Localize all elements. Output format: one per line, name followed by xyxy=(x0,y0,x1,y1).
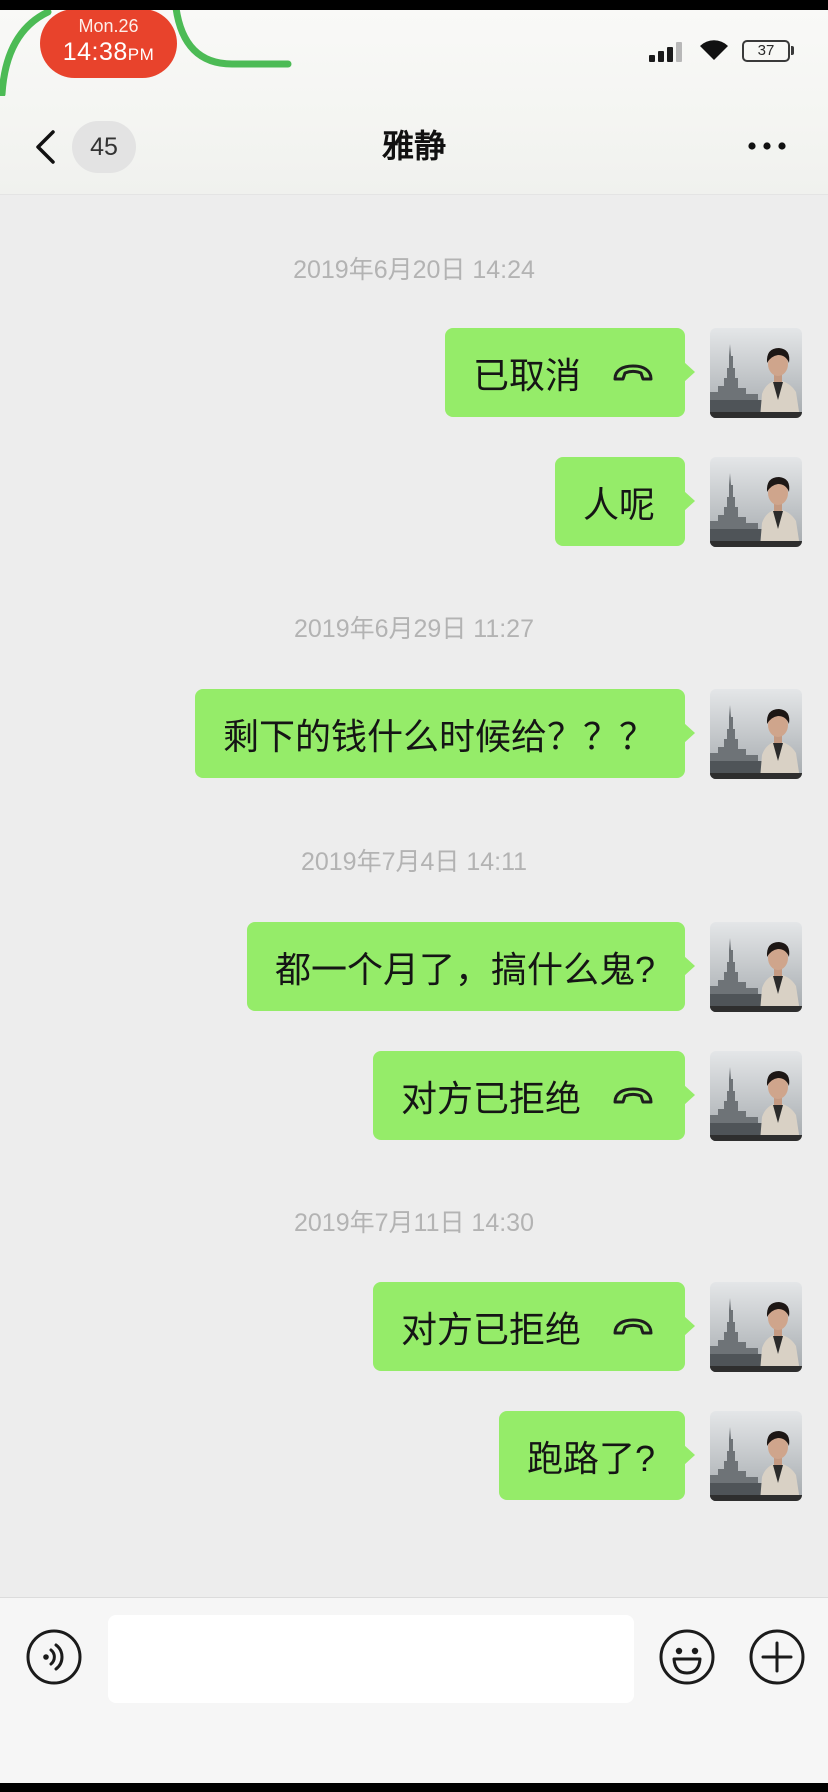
my-avatar[interactable] xyxy=(710,1411,802,1501)
bubble-tail xyxy=(684,1085,695,1105)
status-clock: 14:38 xyxy=(62,38,128,66)
message-bubble[interactable]: 剩下的钱什么时候给？？？ xyxy=(194,689,695,778)
message-bubble[interactable]: 跑路了? xyxy=(498,1411,695,1500)
message-text: 跑路了? xyxy=(526,1437,655,1479)
bubble-tail xyxy=(684,362,695,382)
message-row: 对方已拒绝 xyxy=(372,1282,802,1372)
bubble-tail xyxy=(684,723,695,743)
emoji-icon[interactable] xyxy=(658,1628,716,1686)
message-bubble[interactable]: 对方已拒绝 xyxy=(372,1051,695,1140)
phone-hangup-icon xyxy=(611,1316,655,1338)
unread-count-badge[interactable]: 45 xyxy=(72,121,136,173)
battery-nub xyxy=(791,46,794,55)
voice-input-icon[interactable] xyxy=(25,1628,83,1686)
bubble-tail xyxy=(684,491,695,511)
my-avatar[interactable] xyxy=(710,457,802,547)
message-bubble[interactable]: 都一个月了，搞什么鬼? xyxy=(246,922,695,1011)
more-dots-icon[interactable] xyxy=(746,140,788,152)
timestamp: 2019年6月20日 14:24 xyxy=(293,256,535,284)
top-screen-edge xyxy=(0,0,828,10)
message-row: 跑路了? xyxy=(498,1411,802,1501)
message-text: 对方已拒绝 xyxy=(400,1308,581,1350)
my-avatar[interactable] xyxy=(710,328,802,418)
message-row: 已取消 xyxy=(444,328,802,418)
status-date: Mon.26 xyxy=(78,16,139,36)
message-row: 人呢 xyxy=(554,457,802,547)
message-text: 已取消 xyxy=(472,354,581,396)
status-time-pill: Mon.26 14:38PM xyxy=(40,9,177,78)
bubble-tail xyxy=(684,1445,695,1465)
phone-hangup-icon xyxy=(611,1085,655,1107)
message-input[interactable] xyxy=(108,1615,634,1703)
status-time: 14:38PM xyxy=(40,37,177,70)
timestamp: 2019年7月4日 14:11 xyxy=(300,848,528,876)
my-avatar[interactable] xyxy=(710,922,802,1012)
message-text: 对方已拒绝 xyxy=(400,1077,581,1119)
message-row: 都一个月了，搞什么鬼? xyxy=(246,922,802,1012)
cellular-signal-icon xyxy=(649,40,685,62)
my-avatar[interactable] xyxy=(710,1051,802,1141)
bubble-tail xyxy=(684,1316,695,1336)
timestamp: 2019年6月29日 11:27 xyxy=(294,615,534,643)
message-row: 剩下的钱什么时候给？？？ xyxy=(194,689,802,779)
message-bubble[interactable]: 已取消 xyxy=(444,328,695,417)
message-text: 都一个月了，搞什么鬼? xyxy=(274,948,655,990)
my-avatar[interactable] xyxy=(710,1282,802,1372)
bottom-screen-edge xyxy=(0,1783,828,1792)
timestamp: 2019年7月11日 14:30 xyxy=(294,1209,534,1237)
message-bubble[interactable]: 人呢 xyxy=(554,457,695,546)
battery-level: 37 xyxy=(757,42,775,59)
plus-icon[interactable] xyxy=(748,1628,806,1686)
chevron-left-icon[interactable] xyxy=(32,128,58,166)
chat-title: 雅静 xyxy=(381,128,446,164)
phone-hangup-icon xyxy=(611,362,655,384)
wifi-icon xyxy=(700,40,728,60)
bubble-tail xyxy=(684,956,695,976)
message-text: 剩下的钱什么时候给？？？ xyxy=(222,715,655,757)
my-avatar[interactable] xyxy=(710,689,802,779)
battery-icon: 37 xyxy=(742,40,790,62)
message-text: 人呢 xyxy=(582,483,655,525)
message-row: 对方已拒绝 xyxy=(372,1051,802,1141)
message-bubble[interactable]: 对方已拒绝 xyxy=(372,1282,695,1371)
status-ampm: PM xyxy=(127,45,155,64)
